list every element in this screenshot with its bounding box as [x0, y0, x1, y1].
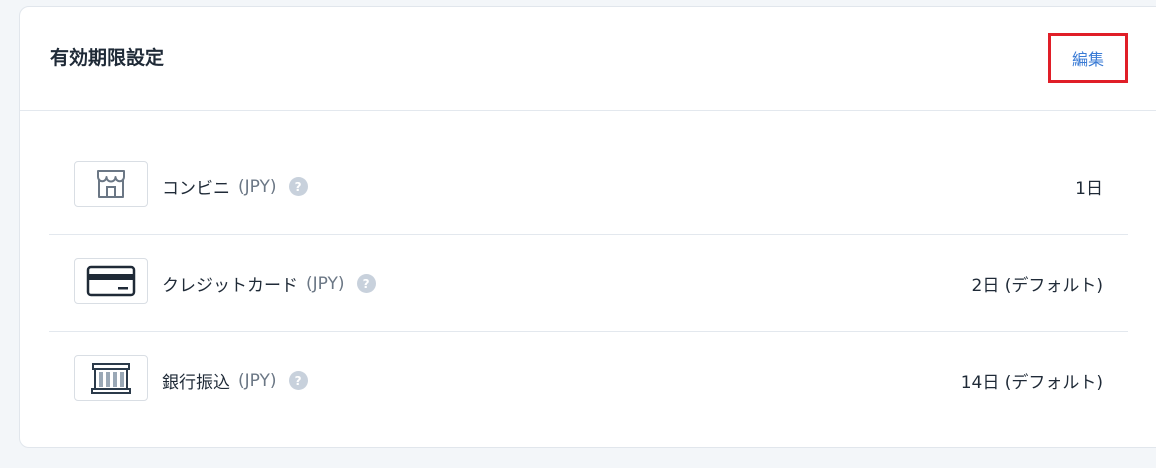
payment-method-row-bank-transfer: 銀行振込 (JPY) ? 14日 (デフォルト)	[49, 332, 1128, 428]
payment-method-icon-box	[74, 161, 148, 207]
payment-method-label: コンビニ (JPY) ?	[162, 174, 308, 199]
method-currency: (JPY)	[238, 176, 277, 197]
method-name: 銀行振込	[162, 373, 230, 393]
expiration-settings-card: 有効期限設定 編集 コンビニ (JPY) ? 1日 クレジットカード (JPY)…	[19, 6, 1156, 448]
payment-method-row-credit-card: クレジットカード (JPY) ? 2日 (デフォルト)	[49, 235, 1128, 332]
help-icon[interactable]: ?	[356, 274, 376, 293]
card-header: 有効期限設定 編集	[20, 7, 1156, 111]
method-name: クレジットカード	[162, 276, 298, 296]
credit-card-icon	[86, 265, 136, 297]
payment-method-label: 銀行振込 (JPY) ?	[162, 368, 308, 393]
payment-method-icon-box	[74, 258, 148, 304]
edit-link-label[interactable]: 編集	[1072, 46, 1104, 70]
expiration-value: 1日	[1075, 179, 1103, 199]
edit-link[interactable]: 編集	[1048, 33, 1128, 83]
bank-icon	[91, 363, 131, 394]
method-name: コンビニ	[162, 179, 230, 199]
help-icon[interactable]: ?	[288, 177, 308, 196]
help-icon[interactable]: ?	[288, 371, 308, 390]
method-currency: (JPY)	[238, 370, 277, 391]
card-title: 有効期限設定	[50, 47, 165, 69]
payment-method-icon-box	[74, 355, 148, 401]
store-icon	[97, 170, 125, 198]
payment-method-label: クレジットカード (JPY) ?	[162, 271, 376, 296]
payment-method-row-konbini: コンビニ (JPY) ? 1日	[49, 138, 1128, 235]
expiration-value: 14日 (デフォルト)	[960, 373, 1103, 393]
method-currency: (JPY)	[306, 273, 345, 294]
expiration-value: 2日 (デフォルト)	[971, 276, 1103, 296]
